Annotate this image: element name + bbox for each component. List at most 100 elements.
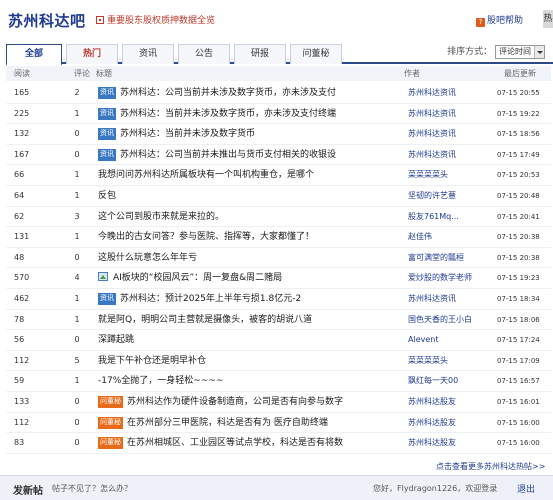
post-title-link[interactable]: 就是阿Q，明明公司主营就是摄像头，被客的胡说八道 [98,310,398,330]
read-count: 48 [14,252,25,262]
author-link[interactable]: 股友761Mq... [408,207,490,227]
update-time: 07-15 19:23 [497,274,540,283]
post-title-link[interactable]: 资讯 苏州科达：当前并未涉及数字货币 [98,124,398,144]
read-count: 64 [14,190,25,200]
post-title-link[interactable]: -17%全抛了，一身轻松~~~~ [98,371,398,391]
post-tag: 问董秘 [98,437,123,450]
new-post-title[interactable]: 发新帖 [13,482,43,497]
update-time: 07-15 20:41 [497,212,540,221]
post-title-text[interactable]: 苏州科达作为硬件设备制造商，公司是否有向参与数字 [127,397,343,407]
header-time: 最后更新 [504,69,536,78]
author-link[interactable]: 菜菜菜菜头 [408,351,490,371]
sort-select[interactable]: 评论时间 [495,44,545,59]
post-title-link[interactable]: 这股什么玩意怎么年年亏 [98,248,398,268]
sort-label: 排序方式： [447,47,493,57]
read-count: 462 [14,293,30,303]
post-title-text[interactable]: 今晚出的古女问答？参与医院、指挥等，大家都懂了！ [98,232,314,242]
read-count: 56 [14,335,25,345]
image-icon [98,272,108,282]
tab-announcement[interactable]: 公告 [178,44,230,64]
post-tag: 资讯 [98,87,116,99]
tab-ask-secretary[interactable]: 问董秘 [290,44,342,64]
tab-news[interactable]: 资讯 [122,44,174,64]
help-link[interactable]: ? 股吧帮助 [476,13,523,27]
post-title-text[interactable]: 反包 [98,191,116,201]
update-time: 07-15 20:55 [497,89,540,97]
post-title-link[interactable]: 问董秘 苏州科达作为硬件设备制造商，公司是否有向参与数字 [98,392,398,412]
read-count: 131 [14,232,30,242]
author-link[interactable]: 坚韧的许艺薏 [408,186,490,206]
logout-link[interactable]: 退出 [517,482,535,495]
author-link[interactable]: 国色天香的王小白 [408,310,490,330]
post-title-link[interactable]: 问董秘 在苏州相城区、工业园区等试点学校，科达是否有将数 [98,433,398,453]
list-header: 阅读 评论 标题 作者 最后更新 [6,66,551,81]
post-title-text[interactable]: 我想问问苏州科达所属板块有一个叫机构重仓，是哪个 [98,170,314,180]
post-title-link[interactable]: 资讯 苏州科达：公司当前并未涉及数字货币，亦未涉及支付 [98,83,398,103]
author-link[interactable]: 苏州科达资讯 [408,83,490,103]
post-title-link[interactable]: 资讯 苏州科达：当前并未涉及数字货币，亦未涉及支付终端 [98,104,398,124]
author-link[interactable]: 苏州科达资讯 [408,145,490,165]
missing-post-help-link[interactable]: 帖子不见了？怎么办？ [52,483,132,494]
post-title-link[interactable]: 资讯 苏州科达：公司当前并未推出与货币支付相关的收银设 [98,145,398,165]
post-title-text[interactable]: 苏州科达：当前并未涉及数字货币 [120,129,255,139]
post-title-text[interactable]: 苏州科达：公司当前并未涉及数字货币，亦未涉及支付 [120,88,336,98]
author-link[interactable]: 苏州科达股友 [408,433,490,453]
help-text[interactable]: 股吧帮助 [487,16,523,26]
post-title-link[interactable]: 深蹲起跳 [98,330,398,350]
author-link[interactable]: Alevent [408,330,490,350]
post-title-text[interactable]: AI板块的“校园风云”：周一复盘&周二赌局 [113,273,282,283]
tab-hot[interactable]: 热门 [66,44,118,64]
author-link[interactable]: 赵佳伟 [408,227,490,247]
update-time: 07-15 20:48 [497,191,540,200]
author-link[interactable]: 苏州科达股友 [408,392,490,412]
author-link[interactable]: 苏州科达股友 [408,413,490,433]
post-title-text[interactable]: 苏州科达：当前并未涉及数字货币，亦未涉及支付终端 [120,109,336,119]
update-time: 07-15 19:22 [497,109,540,118]
reply-count: 3 [74,211,80,221]
post-title-text[interactable]: 在苏州相城区、工业园区等试点学校，科达是否有将数 [127,438,343,448]
author-link[interactable]: 苏州科达资讯 [408,104,490,124]
more-posts-link[interactable]: 点击查看更多苏州科达热帖>> [436,461,545,472]
author-link[interactable]: 爱炒股的数学老师 [408,268,490,288]
tab-research[interactable]: 研报 [234,44,286,64]
read-count: 133 [14,396,30,406]
author-link[interactable]: 苏州科达资讯 [408,124,490,144]
update-time: 07-15 17:09 [497,356,540,365]
read-count: 66 [14,170,25,180]
post-title-text[interactable]: 在苏州部分三甲医院，科达是否有为 医疗自助终端 [127,418,328,428]
notice-text[interactable]: 重要股东股权质押数据全览 [107,16,215,26]
author-link[interactable]: 飘红每一天00 [408,371,490,391]
author-link[interactable]: 苏州科达资讯 [408,289,490,309]
update-time: 07-15 16:00 [497,418,540,427]
post-title-text[interactable]: 这股什么玩意怎么年年亏 [98,253,197,263]
update-time: 07-15 20:38 [497,253,540,262]
post-title-text[interactable]: 苏州科达：公司当前并未推出与货币支付相关的收银设 [120,150,336,160]
post-list: 165 2 资讯 苏州科达：公司当前并未涉及数字货币，亦未涉及支付 苏州科达资讯 07-1… [6,83,551,454]
post-title-text[interactable]: 深蹲起跳 [98,335,134,345]
author-link[interactable]: 菜菜菜菜头 [408,165,490,185]
forum-title[interactable]: 苏州科达吧 [8,10,86,31]
side-hot-tab[interactable]: 热 [543,10,553,28]
post-title-link[interactable]: 今晚出的古女问答？参与医院、指挥等，大家都懂了！ [98,227,398,247]
post-title-link[interactable]: 问董秘 在苏州部分三甲医院，科达是否有为 医疗自助终端 [98,413,398,433]
table-row: 165 2 资讯 苏州科达：公司当前并未涉及数字货币，亦未涉及支付 苏州科达资讯 07-1… [6,83,551,104]
post-title-link[interactable]: 资讯 苏州科达：预计2025年上半年亏损1.8亿元-2 [98,289,398,309]
read-count: 78 [14,314,25,324]
table-row: 570 4 AI板块的“校园风云”：周一复盘&周二赌局 爱炒股的数学老师 07-15 1… [6,268,551,289]
post-title-link[interactable]: 我是下午补仓还是明早补仓 [98,351,398,371]
notice-link[interactable]: 重要股东股权质押数据全览 [96,13,215,26]
post-title-text[interactable]: 苏州科达：预计2025年上半年亏损1.8亿元-2 [120,294,301,304]
author-link[interactable]: 富可满堂的瓢桓 [408,248,490,268]
read-count: 132 [14,129,30,139]
read-count: 112 [14,355,30,365]
post-title-link[interactable]: 这个公司到股市来就是来拉的。 [98,207,398,227]
post-title-text[interactable]: -17%全抛了，一身轻松~~~~ [98,376,223,386]
post-title-link[interactable]: 我想问问苏州科达所属板块有一个叫机构重仓，是哪个 [98,165,398,185]
post-title-text[interactable]: 就是阿Q，明明公司主营就是摄像头，被客的胡说八道 [98,315,312,325]
post-title-link[interactable]: 反包 [98,186,398,206]
post-title-link[interactable]: AI板块的“校园风云”：周一复盘&周二赌局 [98,268,398,288]
table-row: 112 0 问董秘 在苏州部分三甲医院，科达是否有为 医疗自助终端 苏州科达股友 07-1… [6,413,551,434]
post-title-text[interactable]: 我是下午补仓还是明早补仓 [98,356,206,366]
tab-all[interactable]: 全部 [6,44,62,66]
post-title-text[interactable]: 这个公司到股市来就是来拉的。 [98,212,224,222]
